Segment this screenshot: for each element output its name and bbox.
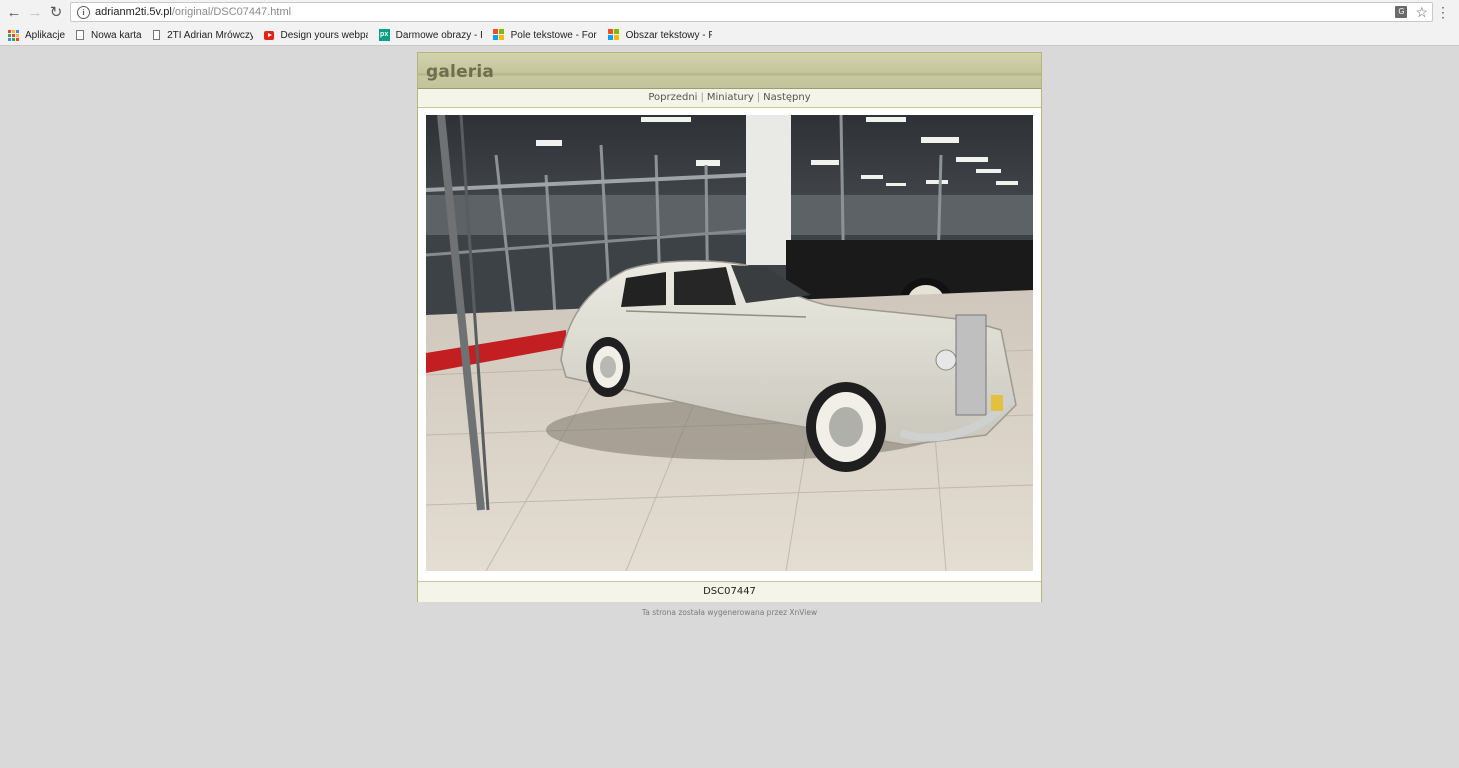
prev-link[interactable]: Poprzedni — [648, 92, 697, 103]
gallery-frame: galeria Poprzedni|Miniatury|Następny — [417, 52, 1042, 602]
forward-arrow-icon[interactable]: → — [25, 2, 45, 22]
multicolor-square-icon — [607, 29, 620, 41]
bookmark-2ti[interactable]: 2TI Adrian Mrówczyń — [152, 29, 253, 41]
url-path: /original/DSC07447.html — [171, 6, 292, 18]
browser-toolbar: ← → ↻ i adrianm2ti.5v.pl/original/DSC074… — [0, 0, 1459, 25]
bookmark-apps[interactable]: Aplikacje — [8, 29, 66, 41]
browser-menu-icon[interactable]: ⋮ — [1436, 5, 1450, 19]
info-icon[interactable]: i — [77, 5, 90, 19]
thumbnails-link[interactable]: Miniatury — [707, 92, 754, 103]
page-icon — [152, 30, 161, 40]
bookmark-obszar-tekstowy[interactable]: Obszar tekstowy - Fo — [607, 29, 712, 41]
bookmark-label: Design yours webpag — [280, 29, 368, 41]
page-title: galeria — [426, 62, 495, 82]
next-link[interactable]: Następny — [763, 92, 811, 103]
nav-separator: | — [756, 92, 761, 103]
photo-caption: DSC07447 — [418, 581, 1041, 602]
address-bar[interactable]: i adrianm2ti.5v.pl/original/DSC07447.htm… — [70, 2, 1433, 22]
gallery-photo[interactable] — [426, 115, 1033, 571]
bookmark-new-tab[interactable]: Nowa karta — [76, 30, 142, 41]
reload-icon[interactable]: ↻ — [46, 2, 66, 22]
bookmark-pixabay[interactable]: px Darmowe obrazy - Pi — [378, 29, 482, 41]
bookmark-youtube[interactable]: Design yours webpag — [263, 29, 368, 41]
apps-grid-icon — [8, 29, 19, 41]
multicolor-square-icon — [492, 29, 505, 41]
nav-separator: | — [700, 92, 704, 103]
bookmark-label: Nowa karta — [91, 29, 142, 41]
bookmark-star-icon[interactable]: ☆ — [1415, 5, 1428, 19]
bookmark-label: Pole tekstowe - Form — [510, 29, 597, 41]
bookmark-label: Obszar tekstowy - Fo — [625, 29, 712, 41]
pixabay-icon: px — [378, 29, 390, 41]
gallery-header: galeria — [418, 53, 1041, 89]
footer-text: Ta strona została wygenerowana przez XnV… — [641, 608, 818, 617]
bookmark-label: 2TI Adrian Mrówczyń — [167, 29, 253, 41]
url-host: adrianm2ti.5v.pl — [95, 6, 172, 18]
bookmarks-bar: Aplikacje Nowa karta 2TI Adrian Mrówczyń… — [0, 25, 1459, 46]
page-icon — [76, 30, 85, 40]
car-photo-image — [426, 115, 1033, 571]
translate-icon[interactable]: G — [1395, 6, 1408, 18]
youtube-icon — [263, 30, 275, 40]
bookmark-pole-tekstowe[interactable]: Pole tekstowe - Form — [492, 29, 597, 41]
back-arrow-icon[interactable]: ← — [4, 2, 24, 22]
gallery-nav: Poprzedni | Miniatury | Następny — [418, 89, 1041, 108]
bookmark-label: Darmowe obrazy - Pi — [395, 29, 482, 41]
bookmark-label: Aplikacje — [25, 29, 66, 41]
